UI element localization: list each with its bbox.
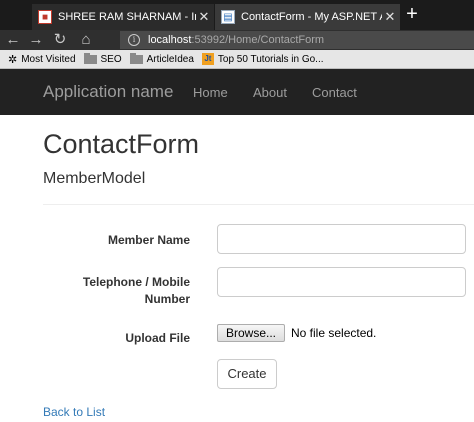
browser-tab-shree-ram[interactable]: ■ SHREE RAM SHARNAM - Intern ✕	[32, 4, 214, 30]
telephone-label-line2: Number	[144, 292, 190, 306]
bookmark-top-50-tutorials[interactable]: Jt Top 50 Tutorials in Go...	[201, 53, 324, 65]
telephone-label-line1: Telephone / Mobile	[82, 275, 190, 289]
close-tab-icon[interactable]: ✕	[382, 9, 398, 25]
folder-icon	[83, 52, 97, 64]
browser-toolbar: ← → ↻ ⌂ i localhost:53992/Home/ContactFo…	[0, 30, 474, 50]
bookmark-most-visited[interactable]: ✲ Most Visited	[8, 53, 76, 66]
brand-link[interactable]: Application name	[43, 82, 173, 102]
info-icon[interactable]: i	[128, 34, 140, 46]
bookmark-label: SEO	[100, 53, 122, 65]
browse-button[interactable]: Browse...	[217, 324, 285, 342]
reload-icon[interactable]: ↻	[51, 31, 69, 49]
home-icon[interactable]: ⌂	[77, 31, 95, 49]
bookmarks-bar: ✲ Most Visited SEO ArticleIdea Jt Top 50…	[0, 50, 474, 69]
bookmark-articleidea[interactable]: ArticleIdea	[129, 52, 194, 65]
gear-icon: ✲	[8, 53, 18, 66]
nav-home-link[interactable]: Home	[193, 85, 228, 100]
bookmark-label: ArticleIdea	[146, 53, 194, 65]
back-to-list-link[interactable]: Back to List	[43, 405, 105, 419]
new-tab-button[interactable]: +	[401, 3, 423, 27]
bookmark-seo[interactable]: SEO	[83, 52, 122, 65]
jt-favicon-icon: Jt	[201, 53, 214, 65]
address-bar[interactable]: i localhost:53992/Home/ContactForm	[120, 31, 474, 49]
page-title: ContactForm	[43, 129, 200, 159]
telephone-input[interactable]	[217, 267, 466, 297]
nav-about-link[interactable]: About	[253, 85, 287, 100]
member-name-label: Member Name	[107, 233, 190, 247]
create-button[interactable]: Create	[217, 359, 277, 389]
member-name-input[interactable]	[217, 224, 466, 254]
site-favicon-icon: ■	[38, 10, 52, 24]
close-tab-icon[interactable]: ✕	[196, 9, 212, 25]
bookmark-label: Top 50 Tutorials in Go...	[217, 53, 324, 65]
file-status-text: No file selected.	[291, 326, 377, 340]
url-host: localhost	[148, 34, 192, 46]
folder-icon	[129, 52, 143, 64]
bookmark-label: Most Visited	[21, 53, 76, 65]
forward-arrow-icon[interactable]: →	[27, 31, 45, 49]
divider	[43, 204, 474, 205]
telephone-label: Telephone / Mobile Number	[42, 274, 190, 308]
back-arrow-icon[interactable]: ←	[4, 31, 22, 49]
tab-title: SHREE RAM SHARNAM - Intern	[58, 11, 196, 23]
upload-file-label: Upload File	[125, 331, 190, 345]
browser-tab-contactform[interactable]: ▤ ContactForm - My ASP.NET Ap ✕	[215, 4, 400, 30]
page-subtitle: MemberModel	[43, 170, 146, 187]
page-icon: ▤	[221, 10, 235, 24]
browser-tab-bar: ■ SHREE RAM SHARNAM - Intern ✕ ▤ Contact…	[0, 0, 474, 30]
tab-title: ContactForm - My ASP.NET Ap	[241, 11, 382, 23]
nav-contact-link[interactable]: Contact	[312, 85, 357, 100]
url-path: :53992/Home/ContactForm	[191, 34, 325, 46]
site-navbar: Application name Home About Contact	[0, 69, 474, 115]
